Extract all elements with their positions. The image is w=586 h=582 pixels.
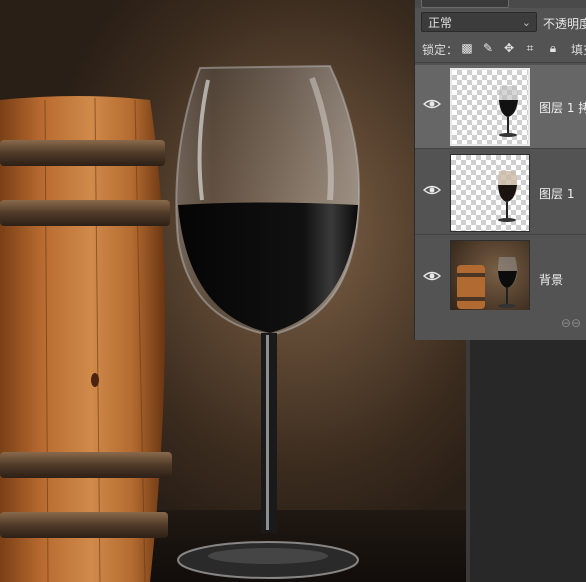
- layer-row[interactable]: 图层 1 拷: [415, 65, 586, 149]
- opacity-label: 不透明度: [543, 17, 586, 31]
- wine-barrel-and-glass-photo: [0, 64, 361, 582]
- layer-name[interactable]: 图层 1 拷: [539, 99, 586, 116]
- blend-mode-value: 正常: [428, 16, 453, 30]
- layer-name[interactable]: 图层 1: [539, 185, 574, 202]
- link-icon[interactable]: ⊖⊖: [561, 316, 581, 330]
- layer-row[interactable]: 图层 1: [415, 151, 586, 235]
- blend-mode-select[interactable]: 正常 ⌄: [421, 12, 537, 32]
- layers-panel: 正常 ⌄ 不透明度 锁定： ▩ ✎ ✥ ⌗ 🔒︎ 填充: [414, 0, 586, 340]
- background-thumbnail-image: [457, 257, 518, 309]
- glass-thumbnail-image: [498, 171, 518, 222]
- panel-top-strip: [415, 0, 586, 8]
- glass-thumbnail-image: [499, 86, 519, 137]
- lock-artboard-icon[interactable]: ⌗: [523, 41, 537, 55]
- layer-thumbnail: [450, 240, 530, 318]
- lock-transparent-icon[interactable]: ▩: [460, 41, 474, 55]
- panel-footer: ⊖⊖: [415, 310, 586, 340]
- eye-icon[interactable]: [423, 269, 441, 283]
- lock-row: 锁定： ▩ ✎ ✥ ⌗ 🔒︎ 填充: [415, 38, 586, 60]
- filter-dropdown[interactable]: [421, 0, 509, 8]
- dropdown-arrow-icon: ⌄: [521, 16, 531, 29]
- photoshop-workspace: 正常 ⌄ 不透明度 锁定： ▩ ✎ ✥ ⌗ 🔒︎ 填充: [0, 0, 586, 582]
- layer-name[interactable]: 背景: [539, 271, 563, 288]
- lock-move-icon[interactable]: ✥: [502, 41, 516, 55]
- document-canvas[interactable]: [0, 0, 470, 582]
- layer-thumbnail: [450, 154, 530, 232]
- fill-label: 填充: [571, 43, 586, 57]
- eye-icon[interactable]: [423, 97, 441, 111]
- eye-icon[interactable]: [423, 183, 441, 197]
- lock-all-icon[interactable]: 🔒︎: [546, 41, 560, 55]
- lock-brush-icon[interactable]: ✎: [481, 41, 495, 55]
- lock-label: 锁定：: [422, 43, 459, 57]
- workspace-background: [470, 340, 586, 582]
- layer-thumbnail: [450, 68, 530, 146]
- panel-divider: [415, 62, 586, 63]
- blend-row: 正常 ⌄ 不透明度: [415, 10, 586, 34]
- layer-row[interactable]: 背景: [415, 237, 586, 321]
